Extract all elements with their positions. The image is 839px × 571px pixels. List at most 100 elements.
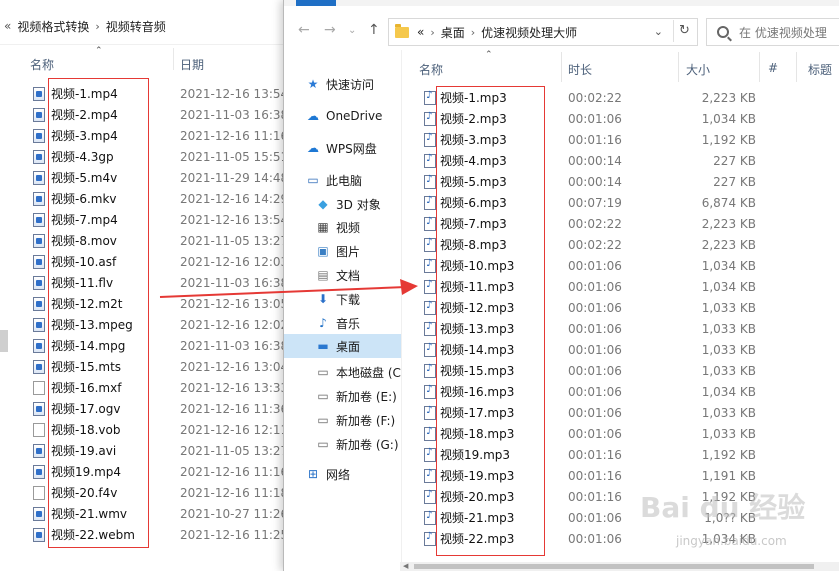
file-duration: 00:07:19 <box>568 195 622 210</box>
nav-item[interactable]: ▣ 图片 <box>284 239 401 263</box>
drive-icon: ▭ <box>317 437 329 451</box>
highlight-box-source-files <box>48 78 149 548</box>
search-placeholder: 在 优速视频处理 <box>739 25 827 40</box>
sort-ascending-icon: ⌃ <box>485 50 493 60</box>
conversion-arrow <box>159 279 418 298</box>
network-icon: ⊞ <box>307 467 319 481</box>
file-icon <box>33 527 45 542</box>
column-separator[interactable] <box>561 52 562 82</box>
column-header-size[interactable]: 大小 <box>686 61 710 78</box>
file-duration: 00:00:14 <box>568 174 622 189</box>
file-duration: 00:01:06 <box>568 510 622 525</box>
forward-arrow-icon[interactable]: → <box>324 22 336 38</box>
column-separator[interactable] <box>173 48 174 70</box>
nav-item[interactable]: ▭ 新加卷 (F:) <box>284 408 401 432</box>
audio-file-icon <box>424 510 436 525</box>
audio-file-icon <box>424 426 436 441</box>
refresh-button[interactable]: ↻ <box>673 20 695 42</box>
highlight-box-output-files <box>436 86 545 556</box>
file-date: 2021-12-16 11:18 <box>180 485 289 500</box>
nav-item[interactable]: ▭ 新加卷 (E:) <box>284 384 401 408</box>
search-input[interactable]: 在 优速视频处理 <box>706 18 839 46</box>
back-arrow-icon[interactable]: ← <box>298 22 310 38</box>
file-size: 6,874 KB <box>701 195 756 210</box>
column-header-name[interactable]: 名称 <box>419 61 443 78</box>
file-date: 2021-12-16 11:16 <box>180 464 289 479</box>
refresh-icon: ↻ <box>679 23 690 38</box>
cloud-icon: ☁ <box>307 141 319 155</box>
scroll-left-icon[interactable]: ◀ <box>403 562 408 570</box>
watermark-url: jingyan.baidu.com <box>676 534 787 548</box>
file-size: 2,223 KB <box>701 237 756 252</box>
column-header-number[interactable]: # <box>768 61 778 75</box>
ribbon-file-tab[interactable] <box>296 0 336 6</box>
file-duration: 00:00:14 <box>568 153 622 168</box>
file-icon <box>33 422 45 437</box>
nav-item-label: 本地磁盘 (C <box>336 365 401 380</box>
file-size: 227 KB <box>713 174 756 189</box>
column-header-title[interactable]: 标题 <box>808 61 832 78</box>
file-size: 1,192 KB <box>701 132 756 147</box>
file-date: 2021-10-27 11:26 <box>180 506 289 521</box>
pane-divider[interactable] <box>401 50 402 571</box>
nav-item[interactable]: ▭ 本地磁盘 (C <box>284 360 401 384</box>
file-icon <box>33 296 45 311</box>
column-header-date[interactable]: 日期 <box>180 56 204 73</box>
file-duration: 00:01:16 <box>568 132 622 147</box>
horizontal-scrollbar[interactable]: ◀ <box>400 562 839 571</box>
nav-item[interactable]: ▦ 视频 <box>284 215 401 239</box>
column-header-duration[interactable]: 时长 <box>568 61 592 78</box>
file-size: 1,191 KB <box>701 468 756 483</box>
address-segment[interactable]: 桌面 <box>441 24 465 41</box>
breadcrumb-item[interactable]: 视频转音频 <box>106 18 166 35</box>
nav-item[interactable]: ⊞ 网络 <box>284 462 401 486</box>
up-arrow-icon[interactable]: ↑ <box>368 22 380 38</box>
file-icon <box>33 401 45 416</box>
nav-item[interactable]: ♪ 音乐 <box>284 311 401 335</box>
nav-item-label: 新加卷 (E:) <box>336 389 397 404</box>
file-date: 2021-12-16 11:36 <box>180 401 289 416</box>
scrollbar-thumb[interactable] <box>414 564 814 569</box>
file-size: 1,033 KB <box>701 363 756 378</box>
nav-item[interactable]: ☁ WPS网盘 <box>284 136 401 160</box>
file-date: 2021-12-16 11:25 <box>180 527 289 542</box>
drive-icon: ▭ <box>317 389 329 403</box>
nav-item[interactable]: ★ 快速访问 <box>284 72 401 96</box>
file-date: 2021-12-16 13:04 <box>180 359 289 374</box>
nav-item-label: 新加卷 (G:) <box>336 437 399 452</box>
audio-file-icon <box>424 237 436 252</box>
nav-item-label: 视频 <box>336 220 361 235</box>
address-bar[interactable]: « › 桌面 › 优速视频处理大师 ⌄ <box>388 18 698 46</box>
file-duration: 00:02:22 <box>568 90 622 105</box>
file-date: 2021-11-05 13:27 <box>180 443 289 458</box>
nav-item[interactable]: ▬ 桌面 <box>284 334 401 358</box>
address-overflow[interactable]: « <box>417 25 424 39</box>
file-date: 2021-11-29 14:48 <box>180 170 289 185</box>
column-separator[interactable] <box>678 52 679 82</box>
file-date: 2021-11-03 16:38 <box>180 107 289 122</box>
file-icon <box>33 254 45 269</box>
nav-item-label: 快速访问 <box>326 77 375 92</box>
file-duration: 00:01:06 <box>568 363 622 378</box>
file-size: 1,034 KB <box>701 258 756 273</box>
chevron-down-icon[interactable]: ⌄ <box>654 25 663 38</box>
file-icon <box>33 359 45 374</box>
breadcrumb-overflow-icon[interactable]: « <box>4 19 11 33</box>
nav-item[interactable]: ☁ OneDrive <box>284 104 401 128</box>
breadcrumb-item[interactable]: 视频格式转换 <box>17 18 89 35</box>
file-duration: 00:01:06 <box>568 321 622 336</box>
recent-dropdown-icon[interactable]: ⌄ <box>348 25 356 36</box>
nav-item[interactable]: ▭ 此电脑 <box>284 168 401 192</box>
address-segment[interactable]: 优速视频处理大师 <box>481 24 577 41</box>
nav-item[interactable]: ◆ 3D 对象 <box>284 192 401 216</box>
arrow-line <box>159 286 407 298</box>
file-date: 2021-12-16 11:16 <box>180 128 289 143</box>
file-duration: 00:01:06 <box>568 258 622 273</box>
nav-item-label: 此电脑 <box>326 173 363 188</box>
nav-item[interactable]: ▭ 新加卷 (G:) <box>284 432 401 456</box>
file-duration: 00:01:16 <box>568 468 622 483</box>
column-separator[interactable] <box>759 52 760 82</box>
audio-file-icon <box>424 531 436 546</box>
column-separator[interactable] <box>796 52 797 82</box>
column-header-name[interactable]: 名称 <box>30 56 54 73</box>
